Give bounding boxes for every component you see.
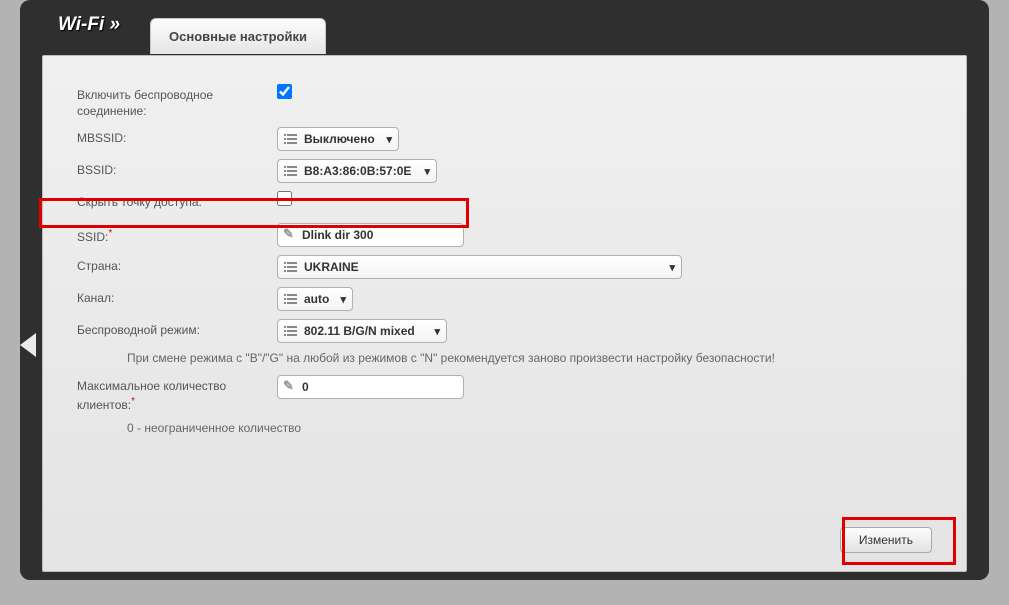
bssid-select[interactable]: B8:A3:86:0B:57:0E — [277, 159, 437, 183]
tab-bar: Основные настройки — [150, 14, 326, 55]
list-icon — [284, 261, 298, 273]
pencil-icon — [284, 229, 296, 241]
wireless-mode-value: 802.11 B/G/N mixed — [304, 324, 415, 338]
chevron-left-icon[interactable] — [20, 333, 36, 357]
country-value: UKRAINE — [304, 260, 359, 274]
hide-ap-label: Скрыть точку доступа: — [77, 191, 277, 211]
apply-button[interactable]: Изменить — [840, 527, 932, 553]
bssid-label: BSSID: — [77, 159, 277, 179]
max-clients-value: 0 — [302, 380, 309, 394]
channel-label: Канал: — [77, 287, 277, 307]
wireless-mode-label: Беспроводной режим: — [77, 319, 277, 339]
header: Wi-Fi » Основные настройки — [20, 0, 989, 55]
ssid-input[interactable]: Dlink dir 300 — [277, 223, 464, 247]
channel-select[interactable]: auto — [277, 287, 353, 311]
ssid-value: Dlink dir 300 — [302, 228, 373, 242]
list-icon — [284, 325, 298, 337]
ssid-label: SSID:* — [77, 223, 277, 246]
enable-wireless-checkbox[interactable] — [277, 84, 292, 99]
page-title: Wi-Fi » — [58, 14, 120, 36]
mbssid-value: Выключено — [304, 132, 375, 146]
tab-basic-settings[interactable]: Основные настройки — [150, 18, 326, 54]
content-panel: Включить беспроводное соединение: MBSSID… — [42, 55, 967, 572]
main-frame: Wi-Fi » Основные настройки Включить бесп… — [20, 0, 989, 580]
max-clients-input[interactable]: 0 — [277, 375, 464, 399]
list-icon — [284, 293, 298, 305]
max-clients-note: 0 - неограниченное количество — [127, 421, 932, 435]
list-icon — [284, 165, 298, 177]
country-label: Страна: — [77, 255, 277, 275]
max-clients-label: Максимальное количество клиентов:* — [77, 375, 277, 413]
required-mark: * — [131, 396, 135, 407]
wireless-mode-select[interactable]: 802.11 B/G/N mixed — [277, 319, 447, 343]
mode-change-note: При смене режима с "B"/"G" на любой из р… — [127, 351, 932, 365]
enable-wireless-label: Включить беспроводное соединение: — [77, 84, 277, 119]
pencil-icon — [284, 381, 296, 393]
mbssid-select[interactable]: Выключено — [277, 127, 399, 151]
required-mark: * — [108, 228, 112, 239]
channel-value: auto — [304, 292, 329, 306]
country-select[interactable]: UKRAINE — [277, 255, 682, 279]
list-icon — [284, 133, 298, 145]
mbssid-label: MBSSID: — [77, 127, 277, 147]
footer: Изменить — [840, 527, 932, 553]
bssid-value: B8:A3:86:0B:57:0E — [304, 164, 411, 178]
hide-ap-checkbox[interactable] — [277, 191, 292, 206]
